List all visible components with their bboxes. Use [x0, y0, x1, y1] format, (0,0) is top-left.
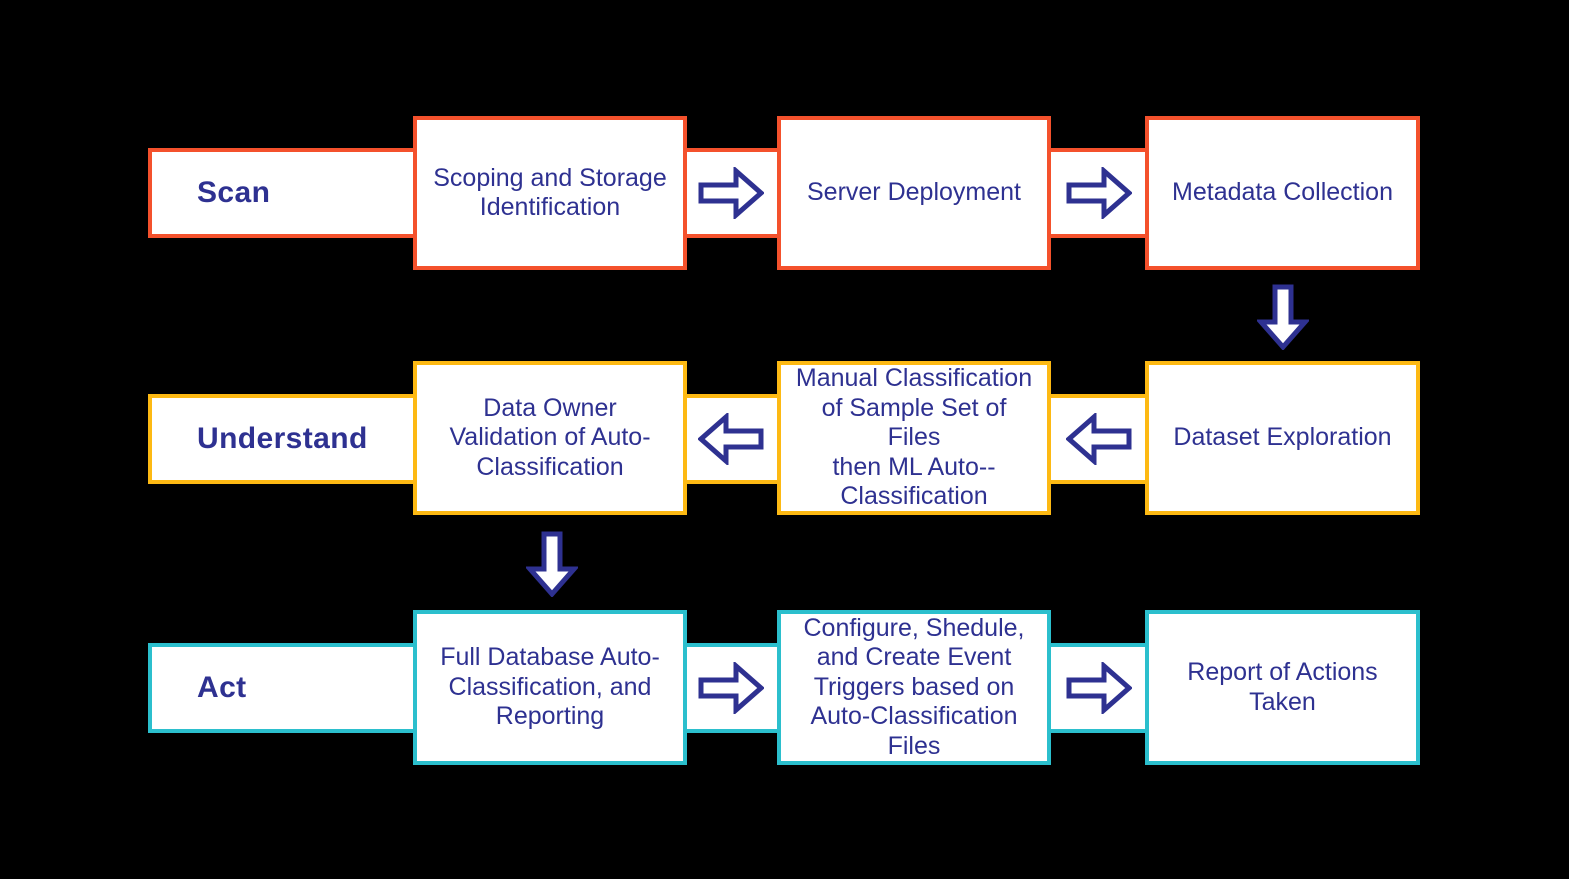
- arrow-right-icon: [1066, 662, 1132, 714]
- node-act-3: Report of Actions Taken: [1145, 610, 1420, 765]
- node-understand-1-label: Data Owner Validation of Auto- Classific…: [449, 393, 651, 481]
- node-scan-1: Scoping and Storage Identification: [413, 116, 687, 270]
- arrow-left-icon: [1066, 413, 1132, 465]
- node-act-2: Configure, Shedule, and Create Event Tri…: [777, 610, 1051, 765]
- node-understand-3: Dataset Exploration: [1145, 361, 1420, 515]
- node-understand-2-label: Manual Classification of Sample Set of F…: [795, 364, 1033, 511]
- arrow-right-icon: [698, 167, 764, 219]
- connector-act-1: [690, 647, 772, 729]
- node-understand-1: Data Owner Validation of Auto- Classific…: [413, 361, 687, 515]
- stage-label-act-text: Act: [197, 671, 247, 704]
- node-scan-3-label: Metadata Collection: [1172, 178, 1393, 207]
- node-understand-2: Manual Classification of Sample Set of F…: [777, 361, 1051, 515]
- connector-understand-1: [690, 398, 772, 480]
- node-scan-1-label: Scoping and Storage Identification: [433, 163, 667, 222]
- stage-label-scan: Scan: [152, 152, 410, 234]
- node-scan-2-label: Server Deployment: [807, 178, 1021, 207]
- node-understand-3-label: Dataset Exploration: [1173, 423, 1392, 452]
- arrow-left-icon: [698, 413, 764, 465]
- vertical-connector-understand-to-act: [511, 523, 593, 605]
- stage-label-act: Act: [152, 647, 410, 729]
- vertical-connector-scan-to-understand: [1242, 276, 1324, 358]
- arrow-right-icon: [1066, 167, 1132, 219]
- arrow-down-icon: [526, 531, 578, 597]
- arrow-down-icon: [1257, 284, 1309, 350]
- connector-scan-1: [690, 152, 772, 234]
- connector-scan-2: [1058, 152, 1140, 234]
- node-act-2-label: Configure, Shedule, and Create Event Tri…: [803, 613, 1025, 760]
- arrow-right-icon: [698, 662, 764, 714]
- connector-understand-2: [1058, 398, 1140, 480]
- stage-label-understand-text: Understand: [197, 422, 368, 455]
- stage-label-scan-text: Scan: [197, 176, 271, 209]
- node-scan-2: Server Deployment: [777, 116, 1051, 270]
- stage-label-understand: Understand: [152, 398, 410, 480]
- node-act-1-label: Full Database Auto- Classification, and …: [440, 643, 660, 731]
- diagram-canvas: Scan Scoping and Storage Identification …: [0, 0, 1569, 879]
- node-scan-3: Metadata Collection: [1145, 116, 1420, 270]
- node-act-3-label: Report of Actions Taken: [1187, 658, 1378, 716]
- node-act-1: Full Database Auto- Classification, and …: [413, 610, 687, 765]
- connector-act-2: [1058, 647, 1140, 729]
